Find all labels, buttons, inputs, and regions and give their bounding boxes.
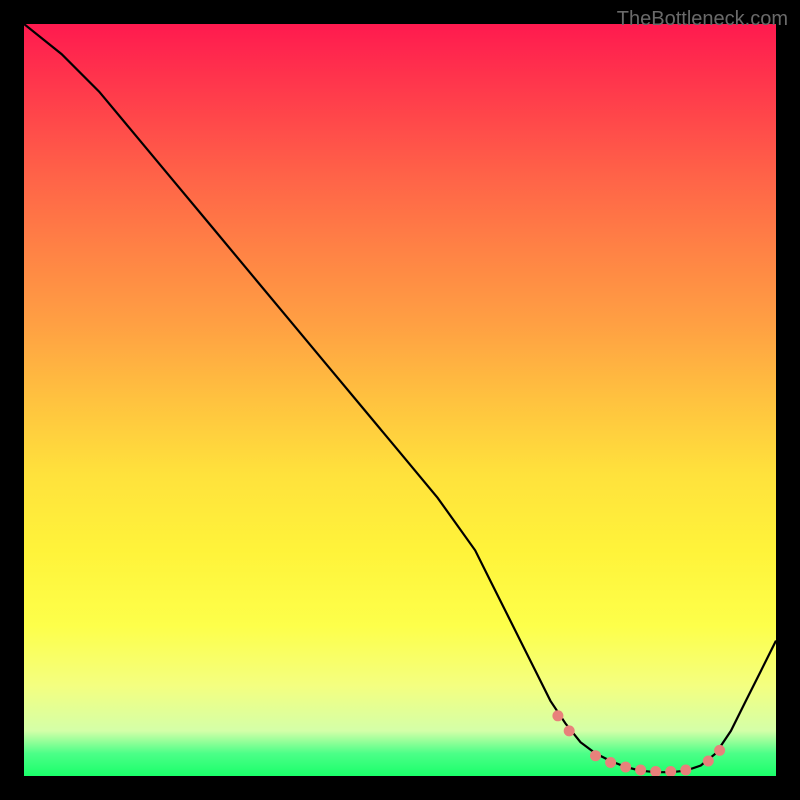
marker-dot: [635, 765, 646, 776]
marker-dot: [605, 757, 616, 768]
marker-dot: [665, 766, 676, 776]
watermark-text: TheBottleneck.com: [617, 8, 788, 31]
marker-dot: [680, 765, 691, 776]
marker-dot: [620, 762, 631, 773]
bottleneck-curve-line: [24, 24, 776, 772]
chart-plot-area: [24, 24, 776, 776]
marker-dot: [564, 725, 575, 736]
marker-dot: [703, 756, 714, 767]
marker-dot: [714, 745, 725, 756]
marker-dot: [590, 750, 601, 761]
marker-dot: [650, 766, 661, 776]
chart-svg: [24, 24, 776, 776]
marker-dot: [552, 710, 563, 721]
